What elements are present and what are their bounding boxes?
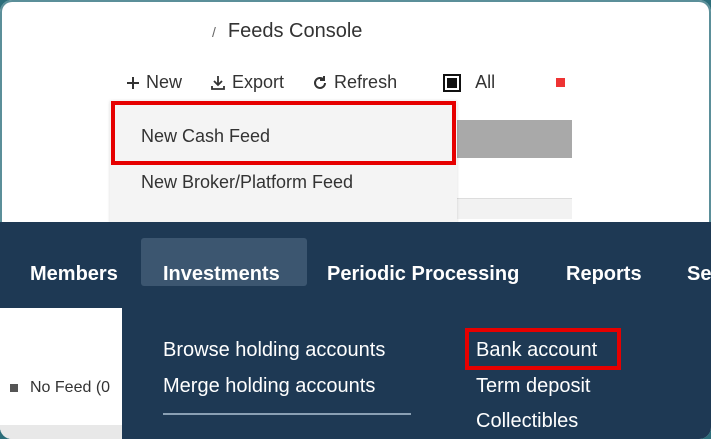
highlight-box [111, 101, 456, 165]
nav-settings[interactable]: Se [687, 262, 711, 286]
plus-icon [126, 76, 140, 90]
nav-investments[interactable]: Investments [163, 262, 280, 286]
refresh-icon [312, 75, 328, 91]
refresh-label: Refresh [334, 72, 398, 92]
toolbar: New Export Refresh All [126, 72, 523, 93]
grid-row [456, 198, 572, 219]
export-button[interactable]: Export [210, 72, 284, 93]
new-label: New [146, 72, 183, 92]
collectibles-link[interactable]: Collectibles [476, 409, 578, 433]
breadcrumb: / Feeds Console [212, 20, 362, 43]
status-indicator [556, 78, 565, 87]
new-broker-platform-feed-item[interactable]: New Broker/Platform Feed [110, 164, 457, 200]
highlight-box [465, 328, 621, 370]
page-title: Feeds Console [227, 20, 363, 42]
menu-divider [163, 413, 411, 415]
all-label: All [475, 72, 496, 92]
square-bullet-icon [10, 384, 18, 392]
grid-header-bar [440, 120, 572, 158]
feed-list-panel [0, 308, 122, 439]
checkbox-icon [443, 73, 462, 92]
feed-list-item-label: No Feed (0 [30, 379, 111, 396]
term-deposit-link[interactable]: Term deposit [476, 374, 591, 398]
app-window: / Feeds Console New Export Refresh All N… [0, 0, 711, 439]
download-icon [210, 75, 226, 91]
browse-holding-accounts-link[interactable]: Browse holding accounts [163, 338, 385, 362]
scrollbar[interactable] [0, 425, 122, 439]
refresh-button[interactable]: Refresh [312, 72, 397, 93]
nav-reports[interactable]: Reports [566, 262, 642, 286]
export-label: Export [232, 72, 285, 92]
new-button[interactable]: New [126, 72, 182, 93]
nav-members[interactable]: Members [30, 262, 118, 286]
all-checkbox[interactable]: All [443, 72, 495, 93]
nav-periodic-processing[interactable]: Periodic Processing [327, 262, 519, 286]
breadcrumb-separator: / [212, 23, 216, 40]
merge-holding-accounts-link[interactable]: Merge holding accounts [163, 374, 375, 398]
main-navbar: Members Investments Periodic Processing … [0, 222, 711, 308]
feed-list-item[interactable]: No Feed (0 [10, 379, 110, 397]
